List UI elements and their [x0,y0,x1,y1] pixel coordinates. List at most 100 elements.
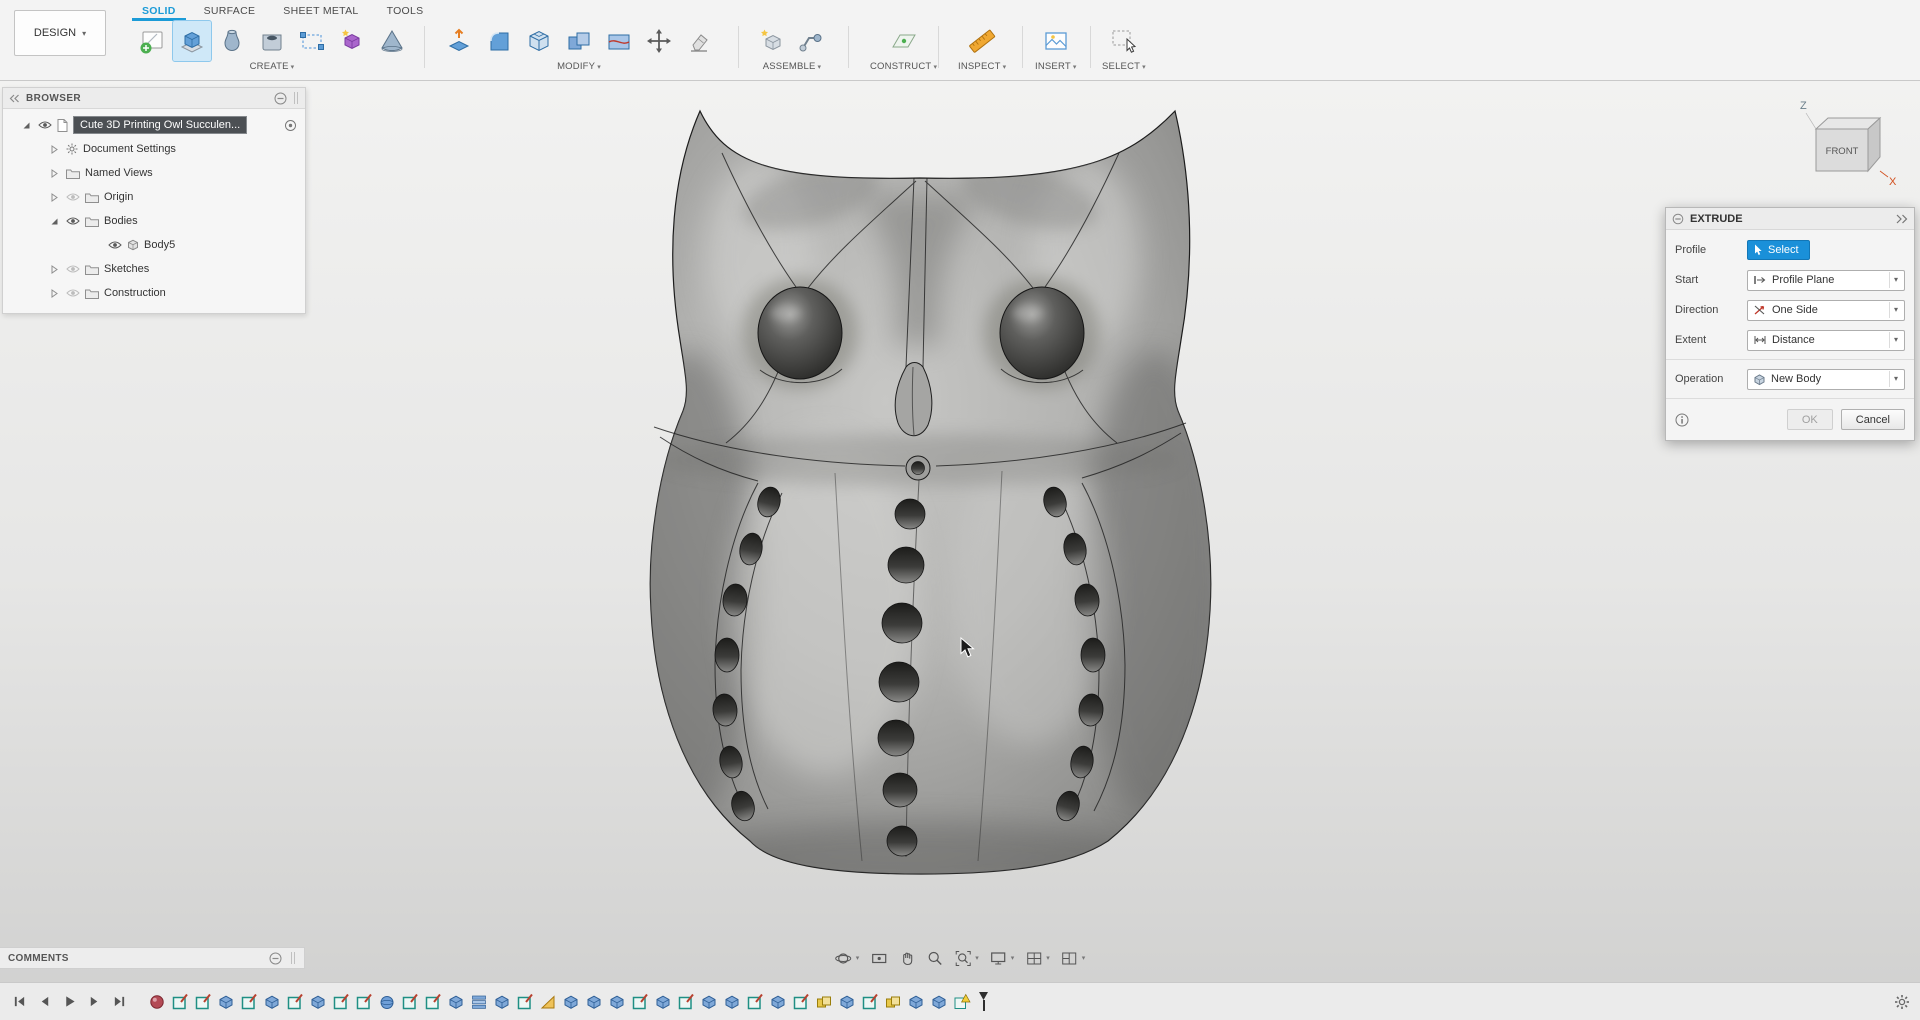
visibility-eye-icon[interactable] [66,264,80,274]
dropdown-caret-icon[interactable]: ▾ [1888,272,1902,288]
timeline-feature-icon[interactable] [930,993,948,1011]
timeline-feature-icon[interactable] [608,993,626,1011]
timeline-feature-icon[interactable] [907,993,925,1011]
start-dropdown[interactable]: Profile Plane ▾ [1747,269,1905,291]
timeline-sketch-icon[interactable] [171,993,189,1011]
visibility-eye-icon[interactable] [66,192,80,202]
timeline-sketch-icon[interactable] [792,993,810,1011]
skip-to-end-button[interactable] [112,994,128,1010]
split-face-tool[interactable] [600,21,638,61]
collapse-arrow-icon[interactable] [47,217,61,226]
timeline-feature-icon[interactable] [217,993,235,1011]
move-tool[interactable] [640,21,678,61]
dropdown-caret-icon[interactable]: ▾ [1888,332,1902,348]
expand-arrow-icon[interactable] [47,168,61,178]
timeline-sketch-icon[interactable] [424,993,442,1011]
timeline-sketch-icon[interactable] [401,993,419,1011]
assemble-group-label[interactable]: ASSEMBLE ▾ [753,61,831,72]
activate-component-icon[interactable] [284,119,297,132]
visibility-eye-icon[interactable] [108,240,122,250]
timeline-feature-icon[interactable] [838,993,856,1011]
select-tool[interactable] [1105,21,1143,61]
timeline-appearance-icon[interactable] [148,993,166,1011]
fillet-tool[interactable] [480,21,518,61]
new-component-tool[interactable] [753,21,791,61]
browser-item-sketches[interactable]: Sketches [3,257,305,281]
look-at-button[interactable] [866,946,891,970]
collapse-panel-icon[interactable] [9,94,20,103]
timeline-feature-icon[interactable] [654,993,672,1011]
joint-tool[interactable] [793,21,831,61]
info-icon[interactable] [1675,413,1689,427]
expand-arrow-icon[interactable] [47,144,61,154]
dropdown-caret-icon[interactable]: ▾ [1888,371,1902,387]
insert-canvas-tool[interactable] [1037,21,1075,61]
timeline-sketch-icon[interactable] [516,993,534,1011]
visibility-eye-icon[interactable] [38,120,52,130]
insert-group-label[interactable]: INSERT ▾ [1035,61,1077,72]
timeline-warning-icon[interactable] [953,993,971,1011]
timeline-feature-icon[interactable] [723,993,741,1011]
expand-arrow-icon[interactable] [47,192,61,202]
browser-item-bodies[interactable]: Bodies [3,209,305,233]
construct-group-label[interactable]: CONSTRUCT ▾ [870,61,937,72]
timeline-sketch-icon[interactable] [355,993,373,1011]
expand-arrow-icon[interactable] [47,264,61,274]
revolve-tool[interactable] [213,21,251,61]
profile-select-button[interactable]: Select [1747,240,1810,260]
timeline-combine-icon[interactable] [815,993,833,1011]
tab-tools[interactable]: TOOLS [373,0,438,21]
direction-dropdown[interactable]: One Side ▾ [1747,299,1905,321]
timeline-settings-gear-icon[interactable] [1894,994,1910,1010]
browser-item-root-document[interactable]: Cute 3D Printing Owl Succulen... [3,113,305,137]
panel-grip-icon[interactable] [293,92,299,104]
timeline-feature-icon[interactable] [769,993,787,1011]
select-group-label[interactable]: SELECT ▾ [1102,61,1146,72]
extrude-tool[interactable] [172,20,212,62]
ok-button[interactable]: OK [1786,409,1833,430]
zoom-button[interactable] [922,946,947,970]
measure-tool[interactable] [963,21,1001,61]
panel-grip-icon[interactable] [290,952,296,964]
timeline-feature-icon[interactable] [562,993,580,1011]
viewports-button[interactable]: ▾ [1057,946,1090,970]
timeline-sketch-icon[interactable] [746,993,764,1011]
extrude-dialog-header[interactable]: EXTRUDE [1666,208,1914,230]
timeline-sketch-icon[interactable] [286,993,304,1011]
loft-tool[interactable] [373,21,411,61]
create-form-tool[interactable] [333,21,371,61]
step-forward-button[interactable] [87,994,103,1010]
timeline-feature-icon[interactable] [700,993,718,1011]
tab-solid[interactable]: SOLID [128,0,190,21]
timeline-sketch-icon[interactable] [332,993,350,1011]
play-button[interactable] [62,994,78,1010]
cancel-button[interactable]: Cancel [1840,409,1905,430]
browser-item-named-views[interactable]: Named Views [3,161,305,185]
grid-snap-button[interactable]: ▾ [1021,946,1054,970]
timeline-playhead[interactable] [979,992,988,1011]
combine-tool[interactable] [560,21,598,61]
comments-bar[interactable]: COMMENTS [0,947,305,969]
timeline-feature-icon[interactable] [447,993,465,1011]
timeline-sphere-icon[interactable] [378,993,396,1011]
browser-item-construction[interactable]: Construction [3,281,305,305]
inspect-group-label[interactable]: INSPECT ▾ [958,61,1006,72]
workspace-switcher[interactable]: DESIGN ▾ [14,10,106,56]
construction-plane-tool[interactable] [885,21,923,61]
minimize-panel-icon[interactable] [274,92,287,105]
browser-item-document-settings[interactable]: Document Settings [3,137,305,161]
timeline-draft-icon[interactable] [539,993,557,1011]
modify-group-label[interactable]: MODIFY ▾ [440,61,718,72]
browser-item-origin[interactable]: Origin [3,185,305,209]
fit-button[interactable]: ▾ [950,946,983,970]
timeline-sketch-icon[interactable] [240,993,258,1011]
timeline-pattern-icon[interactable] [470,993,488,1011]
expand-arrow-icon[interactable] [47,288,61,298]
extent-dropdown[interactable]: Distance ▾ [1747,329,1905,351]
operation-dropdown[interactable]: New Body ▾ [1747,368,1905,390]
shell-tool[interactable] [520,21,558,61]
visibility-eye-icon[interactable] [66,216,80,226]
viewport-canvas[interactable]: Z FRONT X BROWSER Cute 3D Printing Owl S… [0,81,1920,982]
dock-arrows-icon[interactable] [1896,214,1908,224]
timeline-sketch-icon[interactable] [677,993,695,1011]
